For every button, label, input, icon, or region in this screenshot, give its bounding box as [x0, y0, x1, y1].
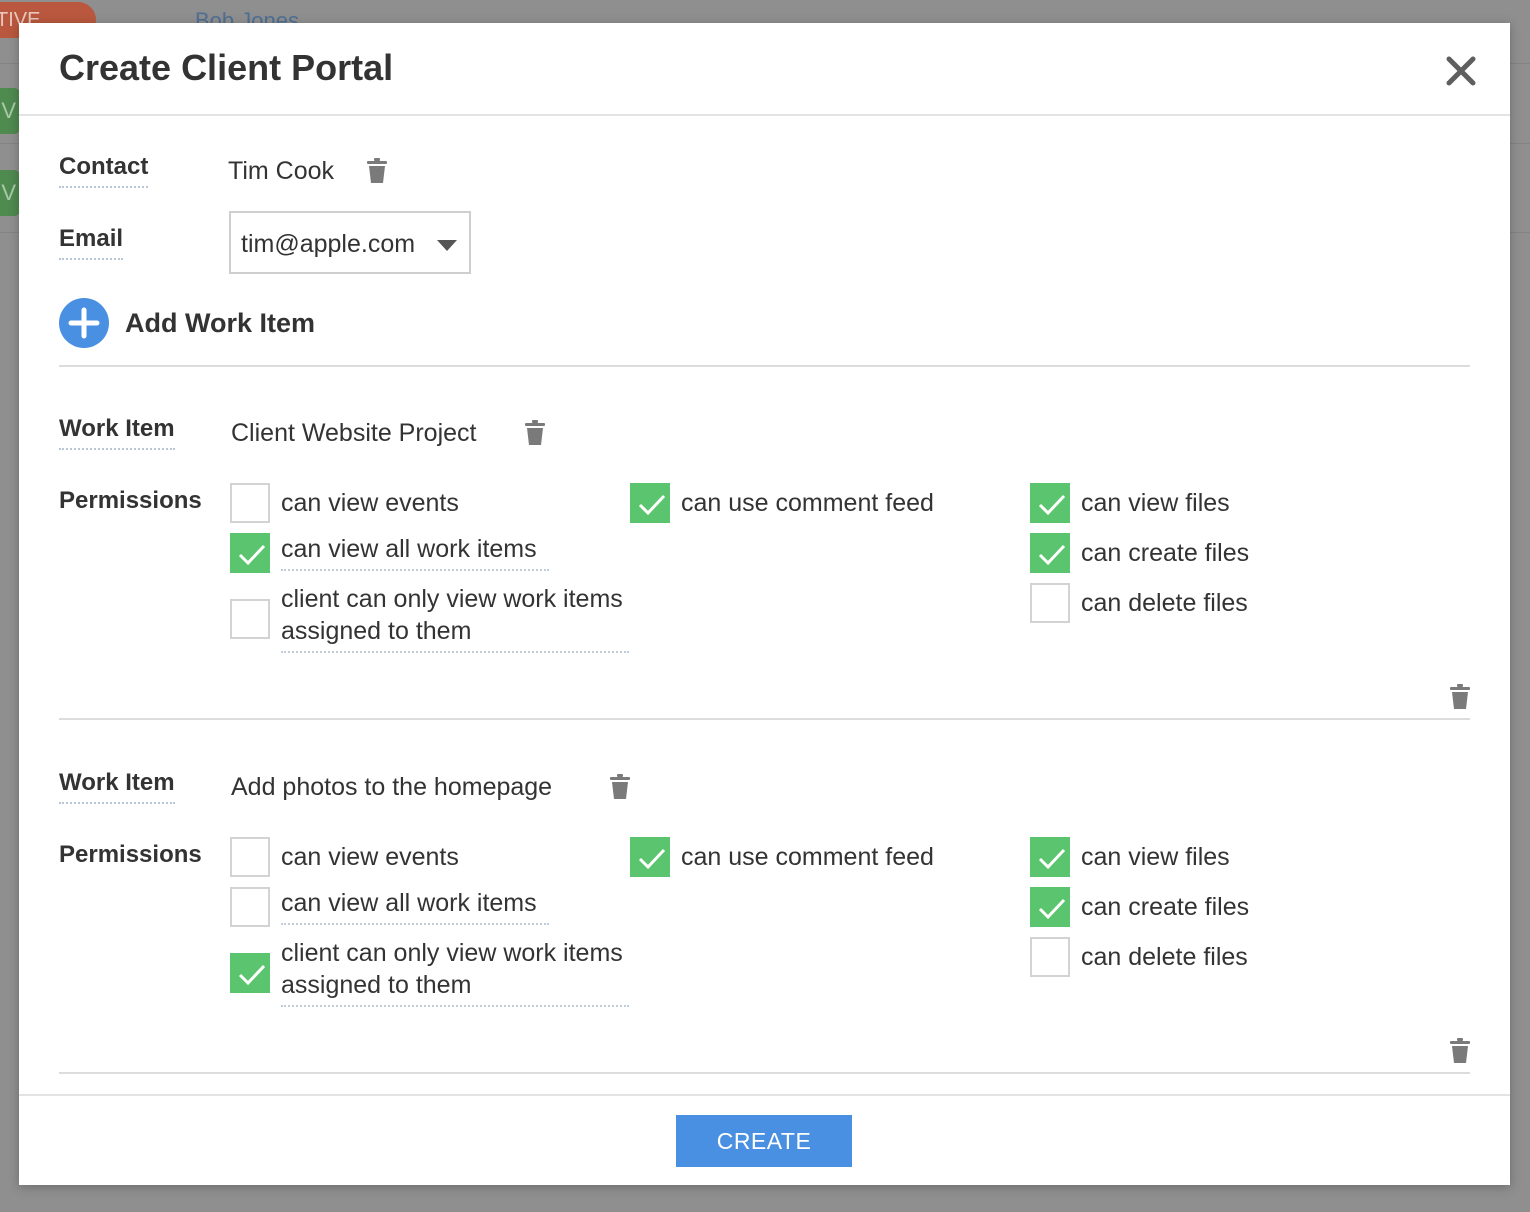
- permission-label: can delete files: [1081, 589, 1248, 617]
- email-select[interactable]: tim@apple.com: [229, 211, 471, 274]
- modal-footer-divider: [19, 1094, 1510, 1096]
- checkbox-create-files[interactable]: [1030, 887, 1070, 927]
- permission-label: can create files: [1081, 893, 1250, 921]
- permission-label: can view events: [281, 489, 459, 517]
- checkbox-only-assigned[interactable]: [230, 599, 270, 639]
- checkbox-view-all-work-items[interactable]: [230, 887, 270, 927]
- plus-icon[interactable]: [59, 298, 109, 348]
- email-label: Email: [59, 224, 124, 260]
- trash-icon[interactable]: [366, 158, 388, 184]
- status-badge: V: [0, 88, 20, 134]
- permission-label: client can only view work items assigned…: [281, 937, 629, 1007]
- chevron-down-icon: [437, 239, 457, 257]
- permission-label: can delete files: [1081, 943, 1248, 971]
- checkbox-create-files[interactable]: [1030, 533, 1070, 573]
- permission-label: client can only view work items assigned…: [281, 583, 629, 653]
- checkmark-icon: [638, 848, 666, 870]
- divider: [59, 718, 1470, 720]
- permissions-label: Permissions: [59, 487, 202, 514]
- checkbox-delete-files[interactable]: [1030, 583, 1070, 623]
- trash-icon[interactable]: [524, 420, 546, 446]
- checkbox-view-files[interactable]: [1030, 837, 1070, 877]
- checkbox-delete-files[interactable]: [1030, 937, 1070, 977]
- permission-label: can use comment feed: [681, 489, 934, 517]
- permission-label: can view all work items: [281, 887, 549, 925]
- trash-icon[interactable]: [1449, 684, 1471, 710]
- contact-name: Tim Cook: [228, 157, 335, 185]
- email-value: tim@apple.com: [241, 230, 416, 258]
- checkmark-icon: [1038, 898, 1066, 920]
- checkbox-view-events[interactable]: [230, 483, 270, 523]
- close-icon[interactable]: [1441, 51, 1481, 91]
- checkbox-only-assigned[interactable]: [230, 953, 270, 993]
- checkmark-icon: [238, 544, 266, 566]
- create-button[interactable]: CREATE: [676, 1115, 852, 1167]
- checkmark-icon: [238, 964, 266, 986]
- modal-title: Create Client Portal: [59, 47, 394, 88]
- checkbox-comment-feed[interactable]: [630, 483, 670, 523]
- checkmark-icon: [638, 494, 666, 516]
- work-item-label: Work Item: [59, 768, 175, 804]
- checkbox-view-all-work-items[interactable]: [230, 533, 270, 573]
- checkbox-view-files[interactable]: [1030, 483, 1070, 523]
- contact-label: Contact: [59, 152, 149, 188]
- permission-label: can view events: [281, 843, 459, 871]
- work-item-name: Client Website Project: [231, 419, 477, 447]
- permission-label: can use comment feed: [681, 843, 934, 871]
- modal-header: Create Client Portal: [19, 23, 1510, 116]
- divider: [59, 1072, 1470, 1074]
- trash-icon[interactable]: [1449, 1038, 1471, 1064]
- checkbox-comment-feed[interactable]: [630, 837, 670, 877]
- create-client-portal-modal: Create Client Portal Contact Tim Cook Em…: [19, 23, 1510, 1185]
- trash-icon[interactable]: [609, 774, 631, 800]
- work-item-name: Add photos to the homepage: [231, 773, 553, 801]
- checkbox-view-events[interactable]: [230, 837, 270, 877]
- checkmark-icon: [1038, 544, 1066, 566]
- permission-label: can create files: [1081, 539, 1250, 567]
- divider: [59, 365, 1470, 367]
- permission-label: can view files: [1081, 843, 1230, 871]
- add-work-item-button[interactable]: Add Work Item: [125, 307, 315, 339]
- checkmark-icon: [1038, 848, 1066, 870]
- checkmark-icon: [1038, 494, 1066, 516]
- permission-label: can view all work items: [281, 533, 549, 571]
- permissions-label: Permissions: [59, 841, 202, 868]
- work-item-label: Work Item: [59, 414, 175, 450]
- permission-label: can view files: [1081, 489, 1230, 517]
- status-badge: V: [0, 170, 20, 216]
